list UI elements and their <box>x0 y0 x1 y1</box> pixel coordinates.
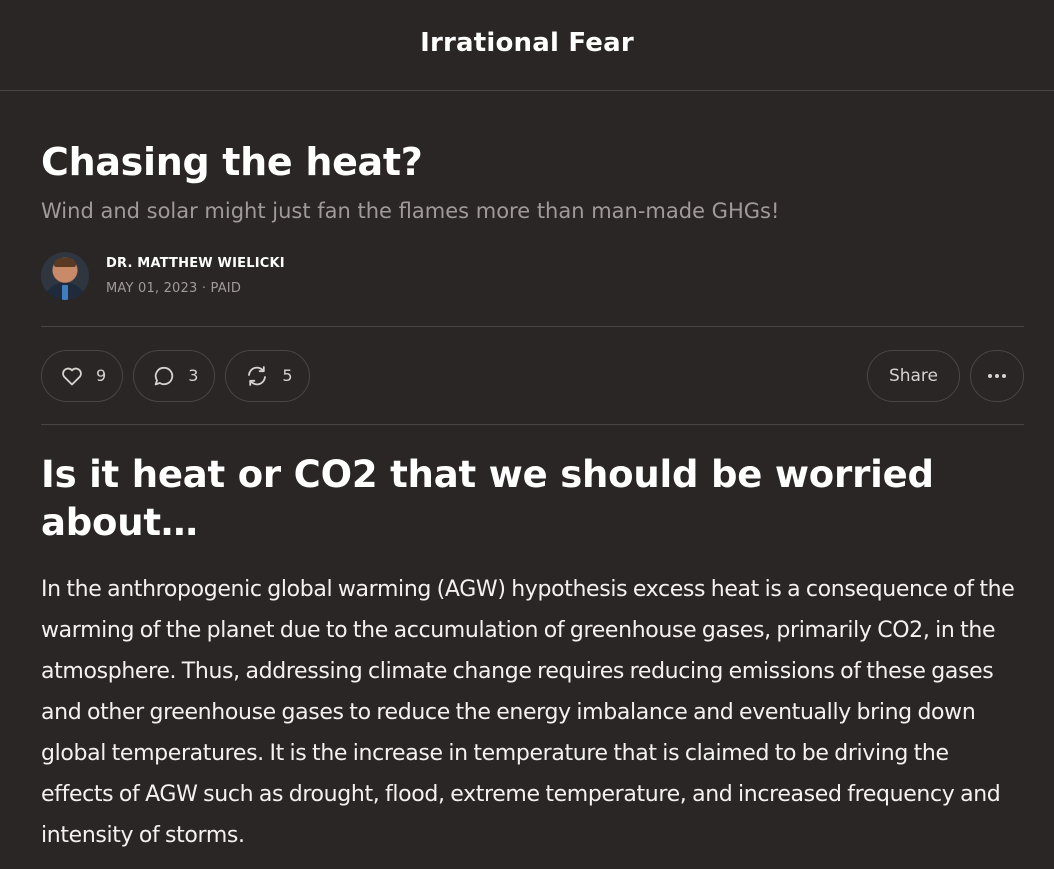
actions-left: 9 3 5 <box>41 349 310 402</box>
comment-bubble-icon <box>152 364 176 388</box>
publication-title[interactable]: Irrational Fear <box>420 28 634 58</box>
share-button[interactable]: Share <box>866 349 960 402</box>
author-name[interactable]: DR. MATTHEW WIELICKI <box>106 256 285 271</box>
restack-count: 5 <box>282 366 293 385</box>
author-avatar[interactable] <box>41 252 89 300</box>
post-title: Chasing the heat? <box>41 140 423 184</box>
restack-button[interactable]: 5 <box>225 349 310 402</box>
avatar-hair <box>54 258 76 267</box>
meta-separator: · <box>201 281 207 296</box>
actions-right: Share <box>866 349 1024 402</box>
comment-button[interactable]: 3 <box>133 349 216 402</box>
post-container: Chasing the heat? Wind and solar might j… <box>0 91 1054 856</box>
heart-icon <box>60 364 84 388</box>
byline: DR. MATTHEW WIELICKI MAY 01, 2023 · PAID <box>41 251 1024 301</box>
ellipsis-icon <box>985 364 1009 388</box>
section-heading: Is it heat or CO2 that we should be worr… <box>41 453 934 544</box>
post-access: PAID <box>210 281 242 296</box>
more-options-button[interactable] <box>970 349 1024 402</box>
like-count: 9 <box>96 366 107 385</box>
post-meta: MAY 01, 2023 · PAID <box>106 281 285 296</box>
body-paragraph: In the anthropogenic global warming (AGW… <box>41 577 1015 848</box>
byline-text: DR. MATTHEW WIELICKI MAY 01, 2023 · PAID <box>106 256 285 296</box>
restack-icon <box>244 364 270 388</box>
post-date: MAY 01, 2023 <box>106 281 198 296</box>
publication-header: Irrational Fear <box>0 0 1054 91</box>
post-subtitle: Wind and solar might just fan the flames… <box>41 199 780 223</box>
like-button[interactable]: 9 <box>41 349 124 402</box>
post-actions: 9 3 5 Share <box>41 327 1024 424</box>
comment-count: 3 <box>188 366 199 385</box>
avatar-tie <box>62 285 68 300</box>
